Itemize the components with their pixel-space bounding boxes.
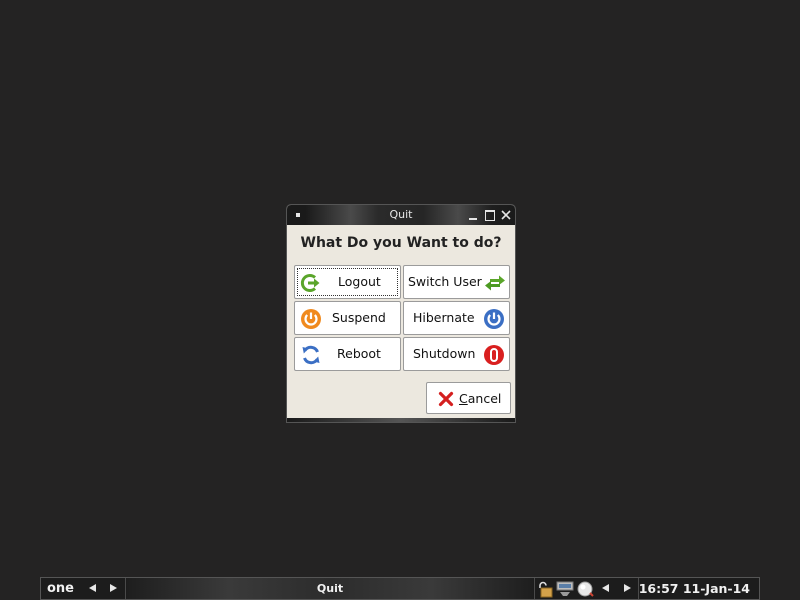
tray-prev-arrow-icon[interactable] [602, 584, 609, 592]
taskbar: one Quit 16:57 11-Jan-14 [40, 577, 760, 600]
cancel-x-icon [438, 391, 454, 407]
reboot-label: Reboot [337, 346, 381, 361]
cancel-mnemonic: C [459, 391, 468, 406]
quit-dialog: Quit What Do you Want to do? Logout Swit… [286, 204, 516, 423]
taskbar-separator [534, 578, 535, 599]
desktop-next-arrow-icon[interactable] [110, 584, 117, 592]
logout-label: Logout [338, 274, 381, 289]
maximize-icon[interactable] [484, 209, 496, 221]
tray-next-arrow-icon[interactable] [624, 584, 631, 592]
window-title: Quit [389, 208, 413, 221]
taskbar-separator [125, 578, 126, 599]
suspend-label: Suspend [332, 310, 386, 325]
task-item-quit[interactable]: Quit [127, 578, 533, 599]
close-icon[interactable] [500, 209, 512, 221]
minimize-icon[interactable] [467, 209, 479, 221]
suspend-icon [300, 308, 322, 330]
volume-icon[interactable] [576, 580, 594, 598]
clock[interactable]: 16:57 11-Jan-14 [639, 581, 750, 596]
shutdown-button[interactable]: Shutdown [403, 337, 510, 371]
logout-icon [300, 272, 322, 294]
hibernate-icon [483, 308, 505, 330]
shutdown-icon [483, 344, 505, 366]
shutdown-label: Shutdown [413, 346, 476, 361]
hibernate-button[interactable]: Hibernate [403, 301, 510, 335]
cancel-label: Cancel [459, 391, 501, 406]
reboot-button[interactable]: Reboot [294, 337, 401, 371]
switch-user-icon [484, 272, 506, 294]
switch-user-button[interactable]: Switch User [403, 265, 510, 299]
window-bottom-border [287, 418, 515, 422]
switch-user-label: Switch User [408, 274, 482, 289]
desktop-prev-arrow-icon[interactable] [89, 584, 96, 592]
desktop-name[interactable]: one [47, 581, 74, 596]
window-titlebar[interactable]: Quit [287, 205, 515, 225]
hibernate-label: Hibernate [413, 310, 475, 325]
network-icon[interactable] [556, 580, 574, 598]
suspend-button[interactable]: Suspend [294, 301, 401, 335]
cancel-label-rest: ancel [467, 391, 502, 406]
reboot-icon [300, 344, 322, 366]
logout-button[interactable]: Logout [294, 265, 401, 299]
cancel-button[interactable]: Cancel [426, 382, 511, 414]
dialog-heading: What Do you Want to do? [300, 235, 502, 251]
lock-icon[interactable] [536, 580, 554, 598]
